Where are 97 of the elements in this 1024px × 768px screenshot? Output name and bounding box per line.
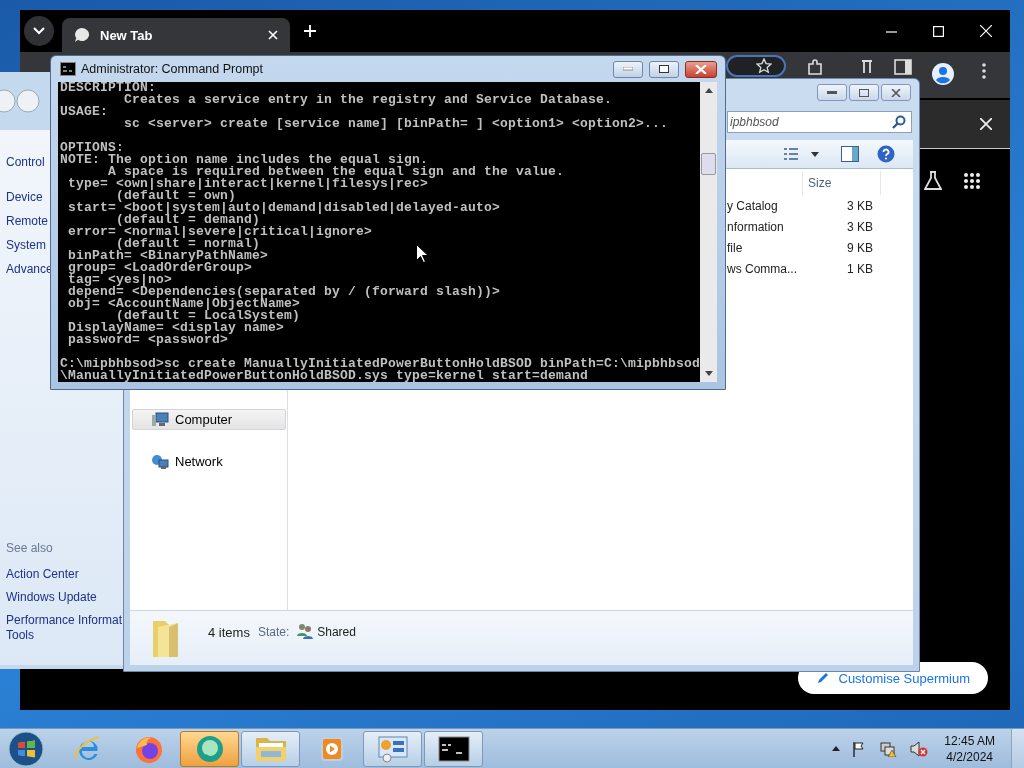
console-line: tag= <yes|no>	[67, 274, 173, 286]
console-line: C:\mipbhbsod>sc create ManuallyInitiatedPowerButtonHoldBSOD binPath=C:\mipbhbsod	[60, 358, 700, 370]
console-icon	[437, 735, 470, 762]
restore-icon	[659, 65, 669, 73]
address-bar[interactable]	[726, 55, 786, 77]
console-line: (default = demand)	[115, 214, 261, 226]
file-name: y Catalog	[727, 198, 779, 213]
file-name: file	[727, 240, 744, 255]
preview-pane-icon[interactable]	[841, 146, 859, 162]
state-value: Shared	[317, 625, 356, 639]
chat-bubble-icon	[194, 733, 225, 764]
file-name: nformation	[727, 219, 785, 234]
console-line: DESCRIPTION:	[60, 82, 156, 94]
file-size: 3 KB	[846, 198, 874, 213]
file-name: ws Comma...	[727, 261, 798, 276]
network-warning-icon[interactable]	[880, 740, 899, 757]
browser-tab[interactable]: New Tab	[62, 18, 290, 52]
volume-muted-icon[interactable]	[910, 740, 929, 757]
minimize-button[interactable]	[613, 60, 643, 78]
star-icon[interactable]	[756, 58, 772, 74]
close-icon[interactable]	[980, 118, 992, 130]
console-line: NOTE: The option name includes the equal sign.	[60, 154, 429, 166]
sidebar-link[interactable]: Performance Informat Tools	[6, 613, 123, 643]
console-line: (default = own)	[116, 190, 237, 202]
sidebar-link[interactable]: Remote	[6, 209, 49, 233]
taskbar-button[interactable]	[424, 730, 483, 767]
sidebar-link[interactable]: Control	[6, 150, 45, 174]
nav-item[interactable]: Network	[132, 451, 286, 472]
help-icon[interactable]	[877, 145, 895, 163]
view-list-icon[interactable]	[783, 147, 799, 161]
console-line: \ManuallyInitiatedPowerButtonHoldBSOD.sys type=kernel start=demand	[60, 370, 589, 382]
restore-button[interactable]	[649, 60, 679, 78]
nav-item[interactable]: Computer	[132, 409, 286, 430]
start-button[interactable]	[8, 730, 44, 767]
console-line: (default = normal)	[116, 238, 261, 250]
chevron-down-icon	[33, 27, 45, 35]
side-panel-icon[interactable]	[894, 59, 912, 75]
new-tab-icon[interactable]	[304, 25, 316, 37]
clock-time[interactable]: 12:45 AM	[944, 732, 995, 749]
sidebar-link[interactable]: Windows Update	[6, 590, 97, 605]
sidebar-link[interactable]: Action Center	[6, 567, 79, 582]
console-line: OPTIONS:	[60, 142, 124, 154]
console-line: error= <normal|severe|critical|ignore>	[67, 226, 373, 238]
console-line: USAGE:	[60, 106, 108, 118]
section-heading: See also	[6, 540, 54, 557]
mouse-cursor-icon	[416, 244, 428, 263]
apps-grid-icon[interactable]	[964, 173, 980, 189]
restore-icon	[859, 88, 869, 97]
console-line: obj= <AccountName|ObjectName>	[67, 298, 301, 310]
close-icon	[891, 88, 901, 97]
file-size: 1 KB	[846, 261, 874, 276]
clock-date[interactable]: 4/2/2024	[946, 748, 993, 765]
users-icon	[297, 623, 314, 639]
console-line: (default = LocalSystem)	[116, 310, 301, 322]
close-icon	[695, 64, 707, 74]
window-title: Administrator: Command Prompt	[81, 62, 263, 76]
sidebar-link[interactable]: Device	[6, 185, 43, 209]
flask-icon[interactable]	[924, 171, 942, 191]
control-panel-icon	[376, 734, 409, 763]
console-line: type= <own|share|interact|kernel|filesys|rec>	[67, 178, 429, 190]
restore-button[interactable]	[849, 84, 879, 101]
minimize-button[interactable]	[817, 84, 847, 101]
maximize-icon[interactable]	[933, 25, 944, 37]
scrollbar[interactable]	[700, 82, 717, 382]
computer-icon	[151, 411, 169, 428]
console-line: DisplayName= <display name>	[67, 322, 285, 334]
console-line: depend= <Dependencies(separated by / (forward slash))>	[67, 286, 501, 298]
console-icon	[60, 62, 76, 76]
console-line: start= <boot|system|auto|demand|disabled|delayed-auto>	[67, 202, 501, 214]
search-field[interactable]: ipbhbsod	[727, 111, 912, 133]
sidebar-link[interactable]: System	[6, 233, 46, 257]
scroll-down-icon[interactable]	[704, 371, 713, 376]
console-line: group= <LoadOrderGroup>	[67, 262, 253, 274]
show-hidden-icons-icon[interactable]	[832, 746, 841, 751]
scroll-up-icon[interactable]	[704, 88, 713, 93]
chat-bubble-icon	[74, 27, 90, 43]
close-button[interactable]	[881, 84, 911, 101]
file-size: 3 KB	[846, 219, 874, 234]
item-count: 4 items	[208, 624, 250, 640]
network-icon	[151, 453, 169, 470]
console-line: sc <server> create [service name] [binPath= ] <option1> <option2>...	[123, 118, 669, 130]
minimize-icon	[827, 90, 837, 95]
console-line: Creates a service entry in the registry and Service Database.	[123, 94, 613, 106]
close-button[interactable]	[685, 60, 717, 78]
console-line: binPath= <BinaryPathName>	[67, 250, 269, 262]
console-line: password= <password>	[67, 334, 229, 346]
console-line: A space is required between the equal sign and the value.	[108, 166, 565, 178]
state-label: State:	[257, 625, 290, 639]
dropdown-icon[interactable]	[811, 151, 819, 157]
search-icon	[892, 115, 906, 129]
tab-search-button[interactable]	[24, 16, 54, 46]
minimize-icon	[623, 67, 633, 71]
file-size: 9 KB	[846, 240, 874, 255]
scroll-thumb[interactable]	[701, 153, 716, 175]
profile-icon[interactable]	[932, 63, 954, 85]
menu-icon[interactable]	[982, 63, 986, 79]
column-header[interactable]: Size	[802, 171, 881, 195]
